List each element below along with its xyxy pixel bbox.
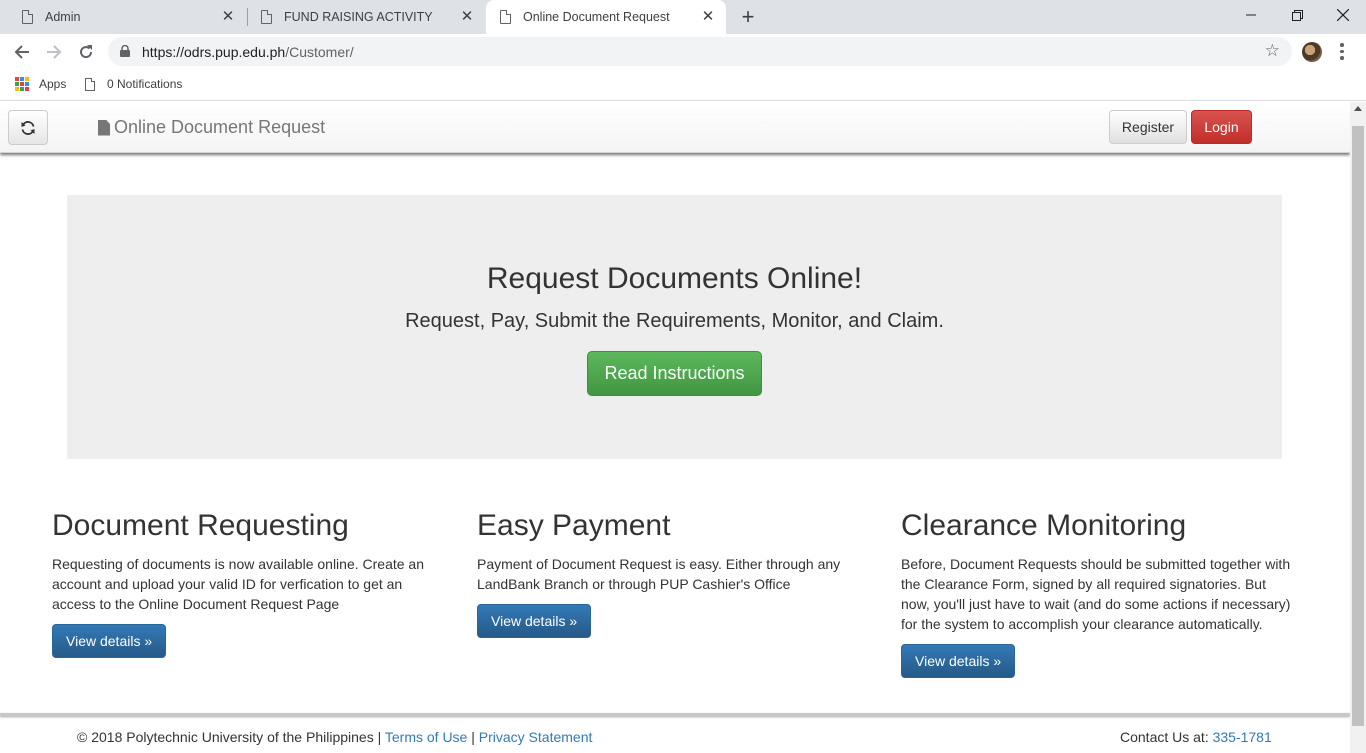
profile-avatar[interactable] <box>1302 42 1322 62</box>
arrow-right-icon <box>47 45 62 59</box>
refresh-button[interactable] <box>8 110 48 145</box>
refresh-icon <box>21 120 35 135</box>
view-details-button[interactable]: View details » <box>901 644 1016 678</box>
browser-tab-online-document-request[interactable]: Online Document Request ✕ <box>486 0 726 34</box>
minimize-button[interactable] <box>1228 0 1274 30</box>
contact-label: Contact Us at: <box>1120 729 1209 745</box>
arrow-left-icon <box>14 45 29 59</box>
feature-title: Clearance Monitoring <box>901 509 1187 542</box>
login-button[interactable]: Login <box>1191 110 1252 144</box>
page-viewport: Online Document Request Register Login R… <box>0 102 1350 753</box>
contact-number-link[interactable]: 335-1781 <box>1213 729 1272 745</box>
close-window-button[interactable] <box>1320 0 1366 30</box>
feature-easy-payment: Easy Payment Payment of Document Request… <box>477 508 872 638</box>
feature-text: Requesting of documents is now available… <box>52 556 425 612</box>
minimize-icon <box>1246 14 1256 16</box>
tab-title: Admin <box>45 10 81 24</box>
close-icon <box>1337 9 1349 21</box>
address-bar[interactable]: https://odrs.pup.edu.ph/Customer/ ☆ <box>108 37 1292 66</box>
bookmark-star-icon[interactable]: ☆ <box>1265 42 1280 60</box>
bookmark-label: Apps <box>39 77 67 91</box>
back-button[interactable] <box>10 40 34 64</box>
hero-title: Request Documents Online! <box>486 262 863 295</box>
reload-icon <box>80 45 93 59</box>
file-icon <box>98 119 110 136</box>
close-icon[interactable]: ✕ <box>459 9 475 25</box>
url-host: https://odrs.pup.edu.ph <box>142 44 286 60</box>
tab-title: Online Document Request <box>523 10 670 24</box>
read-instructions-button[interactable]: Read Instructions <box>587 351 762 396</box>
feature-text: Before, Document Requests should be subm… <box>901 556 1291 632</box>
feature-clearance-monitoring: Clearance Monitoring Before, Document Re… <box>901 508 1296 678</box>
privacy-statement-link[interactable]: Privacy Statement <box>479 729 593 745</box>
brand-title: Online Document Request <box>114 117 326 137</box>
scrollbar-thumb[interactable] <box>1352 126 1364 726</box>
site-footer: © 2018 Polytechnic University of the Phi… <box>0 716 1350 753</box>
browser-menu-icon[interactable] <box>1340 43 1344 63</box>
browser-tab-fund-raising[interactable]: FUND RAISING ACTIVITY ✕ <box>239 0 485 34</box>
hero-subtitle: Request, Pay, Submit the Requirements, M… <box>405 310 944 332</box>
lock-icon <box>120 45 130 57</box>
hero-jumbotron: Request Documents Online! Request, Pay, … <box>67 195 1282 459</box>
view-details-button[interactable]: View details » <box>477 604 592 638</box>
browser-toolbar: https://odrs.pup.edu.ph/Customer/ ☆ <box>0 34 1366 70</box>
scroll-up-icon[interactable] <box>1354 106 1362 111</box>
footer-separator: | <box>471 729 475 745</box>
bookmarks-bar: Apps 0 Notifications <box>0 70 1366 101</box>
footer-left: © 2018 Polytechnic University of the Phi… <box>77 729 592 745</box>
copyright-text: © 2018 Polytechnic University of the Phi… <box>77 729 382 745</box>
terms-of-use-link[interactable]: Terms of Use <box>385 729 467 745</box>
restore-button[interactable] <box>1274 0 1320 30</box>
page-scrollbar[interactable] <box>1350 102 1366 753</box>
tab-title: FUND RAISING ACTIVITY <box>284 10 433 24</box>
page-icon <box>22 10 33 24</box>
register-button[interactable]: Register <box>1109 110 1187 144</box>
site-navbar: Online Document Request Register Login <box>0 102 1350 153</box>
feature-document-requesting: Document Requesting Requesting of docume… <box>52 508 447 658</box>
forward-button[interactable] <box>42 40 66 64</box>
close-icon[interactable]: ✕ <box>700 9 716 25</box>
view-details-button[interactable]: View details » <box>52 624 167 658</box>
feature-title: Document Requesting <box>52 509 349 542</box>
page-icon <box>261 10 272 24</box>
restore-icon <box>1291 9 1303 21</box>
reload-button[interactable] <box>74 40 98 64</box>
bookmark-label: 0 Notifications <box>107 77 183 91</box>
bookmark-notifications[interactable]: 0 Notifications <box>85 77 182 91</box>
page-icon <box>500 10 511 24</box>
feature-title: Easy Payment <box>477 509 671 542</box>
browser-tab-admin[interactable]: Admin ✕ <box>0 0 246 34</box>
site-brand[interactable]: Online Document Request <box>98 117 325 138</box>
feature-text: Payment of Document Request is easy. Eit… <box>477 556 841 592</box>
url-path: /Customer/ <box>285 44 354 60</box>
bookmark-apps[interactable]: Apps <box>15 77 66 91</box>
new-tab-button[interactable]: + <box>737 6 759 28</box>
apps-grid-icon <box>15 77 29 91</box>
browser-tabstrip: Admin ✕ FUND RAISING ACTIVITY ✕ Online D… <box>0 0 1366 34</box>
footer-contact: Contact Us at: 335-1781 <box>1120 729 1272 745</box>
page-icon <box>85 77 95 91</box>
close-icon[interactable]: ✕ <box>220 9 236 25</box>
url-text: https://odrs.pup.edu.ph/Customer/ <box>142 44 354 60</box>
